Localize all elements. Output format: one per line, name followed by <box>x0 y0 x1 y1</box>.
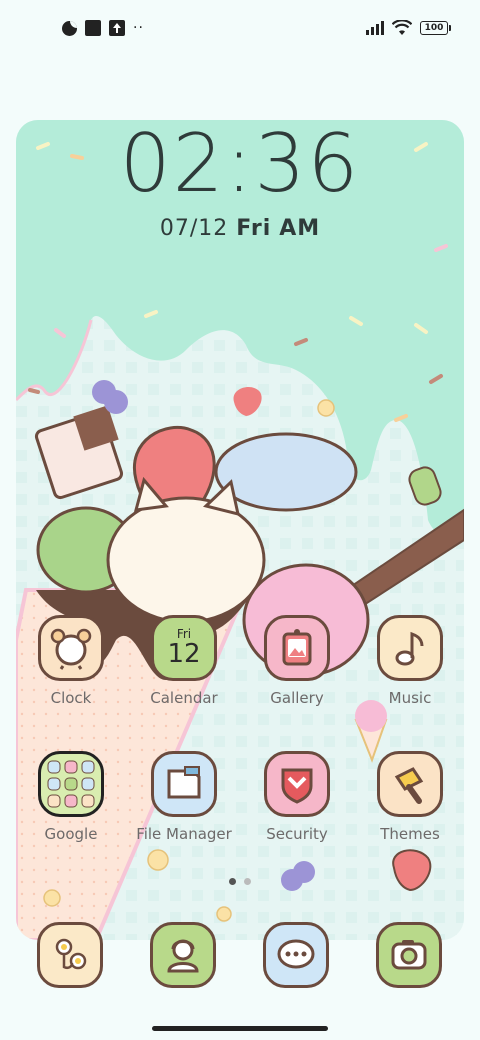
status-bar: ·· 100 <box>0 0 480 56</box>
home-gesture-bar[interactable] <box>152 1026 328 1031</box>
clock-date-ampm: AM <box>279 216 321 241</box>
alarm-clock-icon[interactable] <box>38 615 104 681</box>
clock-date-day: 07/12 <box>159 216 229 241</box>
app-google-folder[interactable]: Google <box>15 751 127 843</box>
battery-level: 100 <box>424 23 444 33</box>
folder-icon[interactable] <box>151 751 217 817</box>
upload-icon <box>109 20 125 36</box>
signal-icon <box>366 21 384 35</box>
app-file-manager[interactable]: File Manager <box>128 751 240 843</box>
music-note-icon[interactable] <box>377 615 443 681</box>
more-dots-icon: ·· <box>133 20 144 36</box>
app-music[interactable]: Music <box>354 615 466 707</box>
camera-icon[interactable] <box>376 922 442 988</box>
clock-date-weekday: Fri <box>236 216 272 241</box>
google-folder-icon[interactable] <box>38 751 104 817</box>
flower-browser-icon[interactable] <box>37 922 103 988</box>
calendar-icon[interactable]: Fri 12 <box>151 615 217 681</box>
phone-contact-icon[interactable] <box>150 922 216 988</box>
app-clock[interactable]: Clock <box>15 615 127 707</box>
app-label: Calendar <box>150 689 218 707</box>
picture-frame-icon[interactable] <box>264 615 330 681</box>
app-security[interactable]: Security <box>241 751 353 843</box>
app-label: Google <box>44 825 98 843</box>
app-label: Music <box>388 689 432 707</box>
app-label: Gallery <box>270 689 324 707</box>
clock-date[interactable]: 07/12 Fri AM <box>0 216 480 241</box>
clock-time[interactable]: 02:36 <box>0 124 480 204</box>
page-dot <box>244 878 251 885</box>
app-label: Themes <box>380 825 440 843</box>
calendar-day: Fri <box>176 626 192 641</box>
battery-icon: 100 <box>420 21 451 35</box>
paint-brush-icon[interactable] <box>377 751 443 817</box>
status-left: ·· <box>62 20 144 36</box>
app-label: Security <box>266 825 328 843</box>
data-saver-icon <box>62 20 77 36</box>
wifi-icon <box>392 20 412 35</box>
app-label: Clock <box>50 689 92 707</box>
app-label: File Manager <box>136 825 232 843</box>
status-right: 100 <box>366 20 451 36</box>
page-dot-active <box>229 878 236 885</box>
app-themes[interactable]: Themes <box>354 751 466 843</box>
page-indicator[interactable] <box>0 878 480 885</box>
stop-icon <box>85 20 101 36</box>
message-bubble-icon[interactable] <box>263 922 329 988</box>
app-calendar[interactable]: Fri 12 Calendar <box>128 615 240 707</box>
app-gallery[interactable]: Gallery <box>241 615 353 707</box>
calendar-date: 12 <box>167 638 201 669</box>
shield-icon[interactable] <box>264 751 330 817</box>
